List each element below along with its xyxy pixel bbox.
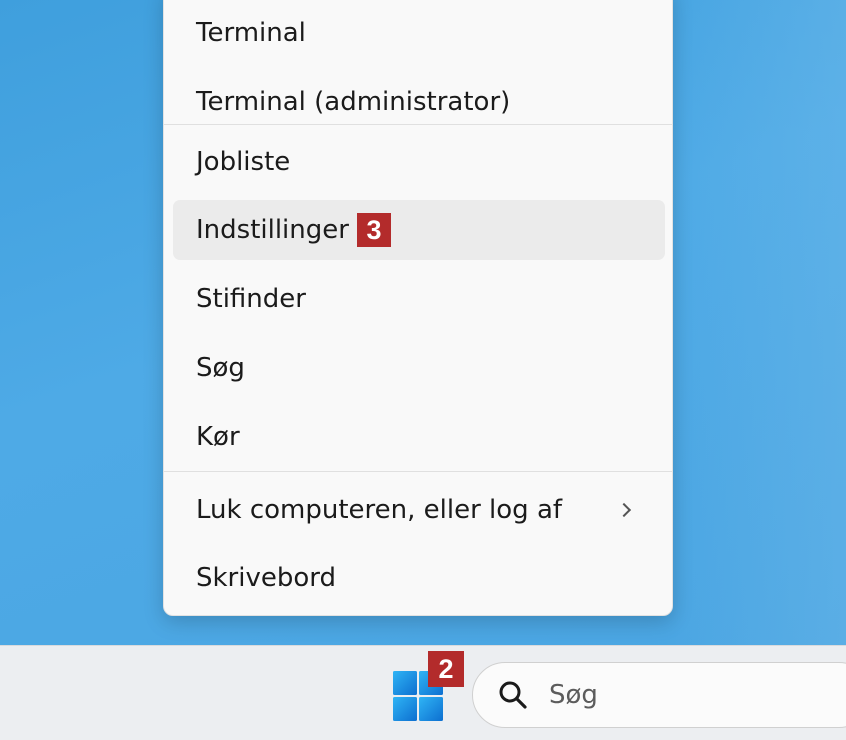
menu-separator bbox=[164, 471, 672, 472]
menu-item-search[interactable]: Søg bbox=[173, 338, 665, 398]
search-icon bbox=[499, 681, 527, 709]
menu-item-label: Jobliste bbox=[196, 147, 291, 177]
menu-item-label: Stifinder bbox=[196, 284, 306, 314]
step-badge: 2 bbox=[428, 651, 464, 687]
step-badge: 3 bbox=[356, 213, 391, 247]
search-placeholder: Søg bbox=[549, 680, 598, 710]
menu-item-label: Skrivebord bbox=[196, 563, 337, 593]
desktop-window-shade bbox=[666, 0, 846, 645]
menu-item-shutdown[interactable]: Luk computeren, eller log af bbox=[173, 480, 665, 540]
menu-item-task-manager[interactable]: Jobliste bbox=[173, 132, 665, 192]
menu-item-label: Terminal (administrator) bbox=[196, 87, 511, 117]
menu-item-terminal[interactable]: Terminal bbox=[173, 3, 665, 63]
menu-item-terminal-admin[interactable]: Terminal (administrator) bbox=[173, 72, 665, 132]
menu-separator bbox=[164, 124, 672, 125]
menu-item-settings[interactable]: Indstillinger 3 bbox=[173, 200, 665, 260]
menu-item-label: Indstillinger bbox=[196, 215, 349, 245]
menu-item-label: Kør bbox=[196, 422, 240, 452]
chevron-right-icon bbox=[616, 502, 632, 518]
taskbar-search-box[interactable]: Søg bbox=[472, 662, 846, 728]
menu-item-desktop[interactable]: Skrivebord bbox=[173, 548, 665, 608]
menu-item-file-explorer[interactable]: Stifinder bbox=[173, 269, 665, 329]
menu-item-label: Søg bbox=[196, 353, 245, 383]
start-context-menu: Terminal Terminal (administrator) Joblis… bbox=[163, 0, 673, 616]
menu-item-label: Terminal bbox=[196, 18, 306, 48]
menu-item-run[interactable]: Kør bbox=[173, 407, 665, 467]
menu-item-label: Luk computeren, eller log af bbox=[196, 495, 563, 525]
